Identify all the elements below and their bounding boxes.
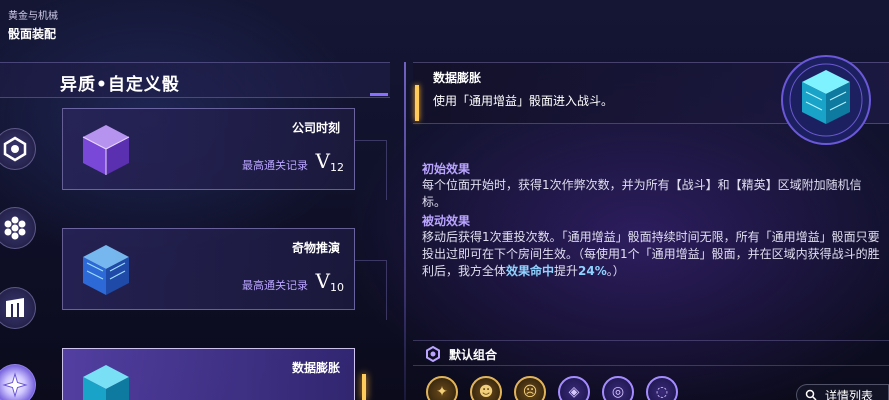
breadcrumb-parent: 黄金与机械 xyxy=(8,11,58,22)
breadcrumb: 黄金与机械 骰面装配 xyxy=(8,10,58,42)
detail-name: 数据膨胀 xyxy=(433,71,482,85)
record-level: V10 xyxy=(315,269,344,294)
combo-label: 默认组合 xyxy=(449,348,498,362)
effect-passive: 被动效果 移动后获得1次重投次数。「通用增益」骰面持续时间无限，所有「通用增益」… xyxy=(422,212,882,280)
card-name: 数据膨胀 xyxy=(291,361,340,375)
panel-divider xyxy=(404,62,406,400)
gold-mask-icon[interactable]: ☻ xyxy=(470,376,502,400)
circuit-decoration xyxy=(355,140,387,200)
page-title: 骰面装配 xyxy=(8,27,57,41)
dice-card[interactable]: 奇物推演 最高通关记录 V10 xyxy=(62,228,355,310)
purple-swirl-icon[interactable]: ◎ xyxy=(602,376,634,400)
card-name: 奇物推演 xyxy=(291,241,340,255)
detail-list-label: 详情列表 xyxy=(825,388,874,400)
circuit-decoration xyxy=(355,260,387,320)
category-star-icon[interactable] xyxy=(0,364,36,400)
category-pillars-icon[interactable] xyxy=(0,287,36,329)
search-icon xyxy=(805,389,817,400)
purple-mask-icon[interactable]: ◈ xyxy=(558,376,590,400)
section-title: 异质•自定义骰 xyxy=(60,75,180,95)
effect-title: 初始效果 xyxy=(422,162,471,176)
effect-text: 移动后获得1次重投次数。「通用增益」骰面持续时间无限，所有「通用增益」骰面只要投… xyxy=(422,230,880,278)
detail-list-button[interactable]: 详情列表 xyxy=(796,384,889,400)
selection-indicator xyxy=(362,374,366,400)
gold-mask-icon[interactable]: ☹ xyxy=(514,376,546,400)
dice-card[interactable]: 公司时刻 最高通关记录 V12 xyxy=(62,108,355,190)
category-cluster-icon[interactable] xyxy=(0,207,36,249)
cube-icon xyxy=(82,125,130,175)
section-header: 异质•自定义骰 xyxy=(0,62,390,98)
detail-accent xyxy=(415,85,419,121)
cube-icon xyxy=(83,245,129,295)
record-label: 最高通关记录 xyxy=(242,159,308,172)
section-accent-bar xyxy=(370,93,388,96)
dice-card-selected[interactable]: 数据膨胀 xyxy=(62,348,355,400)
cube-icon xyxy=(83,365,129,400)
effect-initial: 初始效果 每个位面开始时，获得1次作弊次数，并为所有【战斗】和【精英】区域附加随… xyxy=(422,160,882,211)
dice-emblem-icon xyxy=(781,55,871,145)
record-level: V12 xyxy=(315,149,344,174)
record-label: 最高通关记录 xyxy=(242,279,308,292)
combo-bar[interactable]: 默认组合 xyxy=(413,340,889,366)
effect-title: 被动效果 xyxy=(422,214,471,228)
gold-mask-icon[interactable]: ✦ xyxy=(426,376,458,400)
combo-hexagon-icon xyxy=(426,346,440,362)
detail-description: 使用「通用增益」骰面进入战斗。 xyxy=(433,94,614,108)
category-hexagon-icon[interactable] xyxy=(0,128,36,170)
effect-text: 每个位面开始时，获得1次作弊次数，并为所有【战斗】和【精英】区域附加随机信标。 xyxy=(422,178,862,209)
card-name: 公司时刻 xyxy=(291,121,340,135)
purple-swirl-icon[interactable]: ◌ xyxy=(646,376,678,400)
